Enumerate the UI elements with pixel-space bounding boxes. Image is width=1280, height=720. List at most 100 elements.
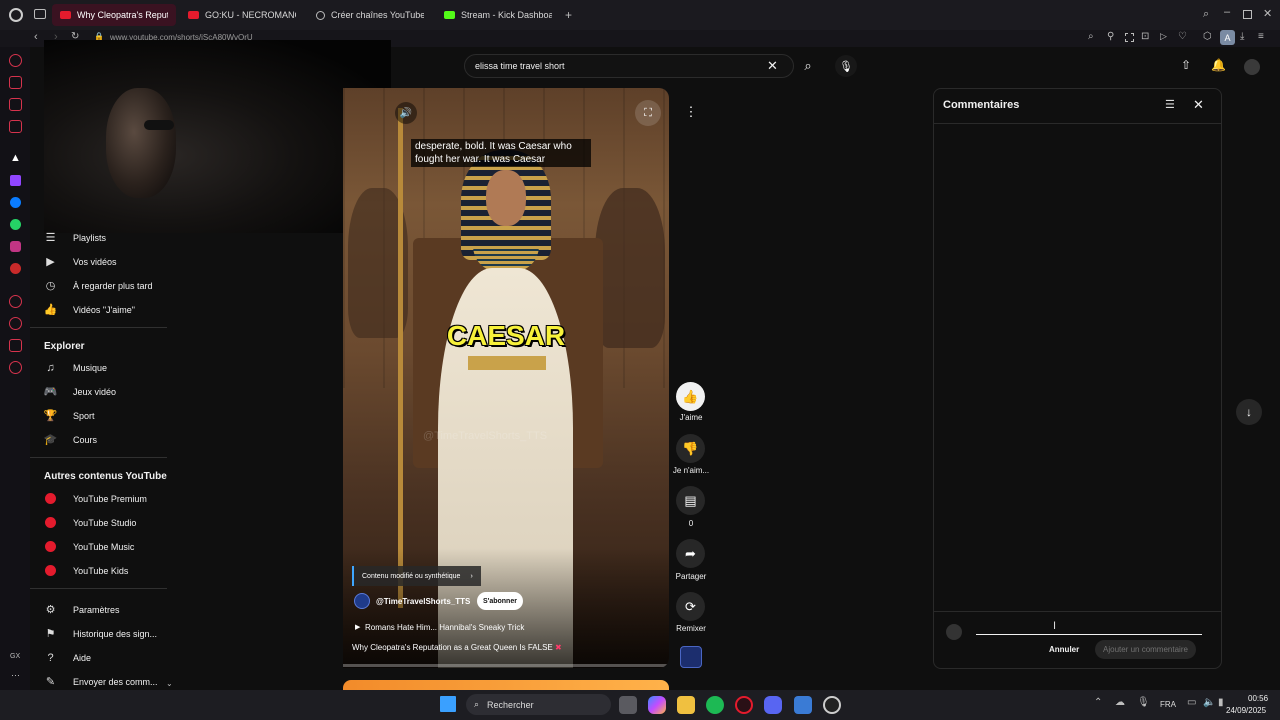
more-icon[interactable]: ⋯ <box>11 670 20 681</box>
comments-button[interactable]: ▤ <box>676 486 705 515</box>
history-icon[interactable] <box>9 317 22 330</box>
gx-mods-icon[interactable] <box>9 120 22 133</box>
tab-kick-dashboard[interactable]: Stream - Kick Dashboard <box>436 4 560 26</box>
download-icon[interactable]: ⤓ <box>1240 31 1244 42</box>
file-explorer-icon[interactable] <box>677 696 695 714</box>
obs-icon[interactable] <box>823 696 841 714</box>
minimize-icon[interactable]: – <box>1224 6 1230 18</box>
clock-time[interactable]: 00:56 <box>1248 694 1268 703</box>
subscribe-button[interactable]: S'abonner <box>477 592 523 610</box>
instagram-icon[interactable] <box>10 241 21 252</box>
opera-logo-icon[interactable] <box>9 8 23 22</box>
like-button[interactable]: 👍 <box>676 382 705 411</box>
tab-goku[interactable]: GO:KU - NECROMANCY <box>180 4 304 26</box>
copilot-icon[interactable] <box>648 696 666 714</box>
nav-item-courses[interactable]: 🎓 Cours <box>44 433 97 446</box>
clock-date[interactable]: 24/09/2025 <box>1226 706 1266 715</box>
whatsapp-icon[interactable] <box>10 219 21 230</box>
vk-icon[interactable] <box>10 263 21 274</box>
tray-network-off-icon[interactable]: ☁ <box>1115 697 1125 708</box>
extensions-icon[interactable]: ⬡ <box>1203 31 1212 42</box>
share-button[interactable]: ➦ <box>676 539 705 568</box>
close-comments-icon[interactable]: ✕ <box>1193 97 1204 113</box>
restore-icon[interactable] <box>1243 10 1252 19</box>
nav-item-help[interactable]: ? Aide <box>44 651 91 664</box>
easy-setup-icon[interactable]: ≡ <box>1258 31 1264 42</box>
tray-battery-icon[interactable]: ▮ <box>1218 697 1224 708</box>
cancel-button[interactable]: Annuler <box>1049 645 1079 654</box>
fullscreen-icon[interactable]: ⛶ <box>635 100 661 126</box>
nav-item-report-history[interactable]: ⚑ Historique des sign... <box>44 627 157 640</box>
next-short-preview[interactable] <box>343 680 669 690</box>
tray-display-icon[interactable]: ▭ <box>1187 697 1196 708</box>
back-arrow-icon[interactable]: ‹ <box>34 31 38 43</box>
nav-item-playlists[interactable]: ☰ Playlists <box>44 231 106 244</box>
channel-logo-avatar[interactable] <box>354 593 370 609</box>
volume-icon[interactable]: 🔊 <box>395 102 417 124</box>
extensions-sidebar-icon[interactable] <box>9 339 22 352</box>
nav-item-sport[interactable]: 🏆 Sport <box>44 409 95 422</box>
tab-creer-chaines[interactable]: Créer chaînes YouTube K <box>308 4 432 26</box>
pin-icon[interactable]: ⚲ <box>1107 31 1114 42</box>
clear-search-icon[interactable]: ✕ <box>767 58 778 74</box>
task-view-icon[interactable] <box>619 696 637 714</box>
shorts-video-player[interactable]: desperate, bold. It was Caesar who fough… <box>343 88 669 668</box>
discord-icon[interactable] <box>764 696 782 714</box>
related-video-link[interactable]: Romans Hate Him... Hannibal's Sneaky Tri… <box>365 623 524 632</box>
search-button[interactable]: ⌕ <box>794 54 822 78</box>
sort-icon[interactable]: ☰ <box>1165 98 1175 111</box>
nav-item-youtube-kids[interactable]: YouTube Kids <box>44 564 128 577</box>
taskbar-search[interactable]: ⌕ Rechercher <box>466 694 611 715</box>
app-blue-icon[interactable] <box>794 696 812 714</box>
language-indicator[interactable]: FRA <box>1160 700 1176 709</box>
nav-item-liked-videos[interactable]: 👍 Vidéos "J'aime" <box>44 303 135 316</box>
scroll-down-chevron-icon[interactable]: ⌄ <box>166 679 173 688</box>
channel-handle[interactable]: @TimeTravelShorts_TTS <box>376 597 470 606</box>
nav-item-settings[interactable]: ⚙ Paramètres <box>44 603 120 616</box>
add-comment-button[interactable]: Ajouter un commentaire <box>1095 640 1196 659</box>
player-icon[interactable] <box>9 295 22 308</box>
arc-icon[interactable]: ▲ <box>10 152 21 164</box>
gx-corner-icon[interactable] <box>9 98 22 111</box>
gx-cleaner-icon[interactable] <box>9 76 22 89</box>
video-progress-bar[interactable] <box>343 664 669 667</box>
nav-item-send-feedback[interactable]: ✎ Envoyer des comm... <box>44 675 158 688</box>
twitch-icon[interactable] <box>10 175 21 186</box>
tray-speaker-icon[interactable]: 🔈 <box>1203 697 1215 708</box>
cast-icon[interactable]: ⊡ <box>1141 31 1149 42</box>
ai-content-notice[interactable]: Contenu modifié ou synthétique › <box>352 566 481 586</box>
tab-manager-icon[interactable] <box>34 9 46 19</box>
snapshot-icon[interactable] <box>1125 33 1134 42</box>
voice-search-icon[interactable]: 🎙 <box>835 55 857 77</box>
search-input[interactable]: elissa time travel short <box>475 61 565 71</box>
heart-icon[interactable]: ♡ <box>1178 31 1187 42</box>
messenger-icon[interactable] <box>10 197 21 208</box>
settings-gear-icon[interactable] <box>9 361 22 374</box>
upload-icon[interactable]: ⇧ <box>1181 58 1191 72</box>
comment-input[interactable] <box>976 621 1202 635</box>
video-title[interactable]: Why Cleopatra's Reputation as a Great Qu… <box>352 643 562 652</box>
spotify-icon[interactable] <box>706 696 724 714</box>
audio-thumbnail[interactable] <box>680 646 702 668</box>
scroll-down-arrow-icon[interactable]: ↓ <box>1236 399 1262 425</box>
notifications-bell-icon[interactable]: 🔔 <box>1211 58 1226 72</box>
search-tabs-icon[interactable]: ⌕ <box>1203 8 1209 21</box>
channel-avatar[interactable] <box>1244 59 1260 75</box>
tray-microphone-icon[interactable]: 🎙 <box>1137 697 1150 708</box>
tab-cleopatra[interactable]: Why Cleopatra's Reputat <box>52 4 176 26</box>
nav-item-gaming[interactable]: 🎮 Jeux vidéo <box>44 385 116 398</box>
profile-avatar[interactable]: A <box>1220 30 1235 45</box>
more-options-icon[interactable]: ⋮ <box>680 101 702 123</box>
opera-gx-icon[interactable] <box>735 696 753 714</box>
nav-item-music[interactable]: ♫ Musique <box>44 361 107 374</box>
dislike-button[interactable]: 👎 <box>676 434 705 463</box>
nav-item-youtube-premium[interactable]: YouTube Premium <box>44 492 147 505</box>
remix-button[interactable]: ⟳ <box>676 592 705 621</box>
nav-item-your-videos[interactable]: ▶ Vos vidéos <box>44 255 116 268</box>
gx-control-icon[interactable] <box>9 54 22 67</box>
search-bar[interactable]: elissa time travel short ✕ <box>464 54 794 78</box>
tray-expand-icon[interactable]: ⌃ <box>1094 697 1102 708</box>
new-tab-plus-icon[interactable]: + <box>565 8 572 22</box>
nav-item-youtube-studio[interactable]: YouTube Studio <box>44 516 136 529</box>
windows-start-icon[interactable] <box>440 696 456 712</box>
